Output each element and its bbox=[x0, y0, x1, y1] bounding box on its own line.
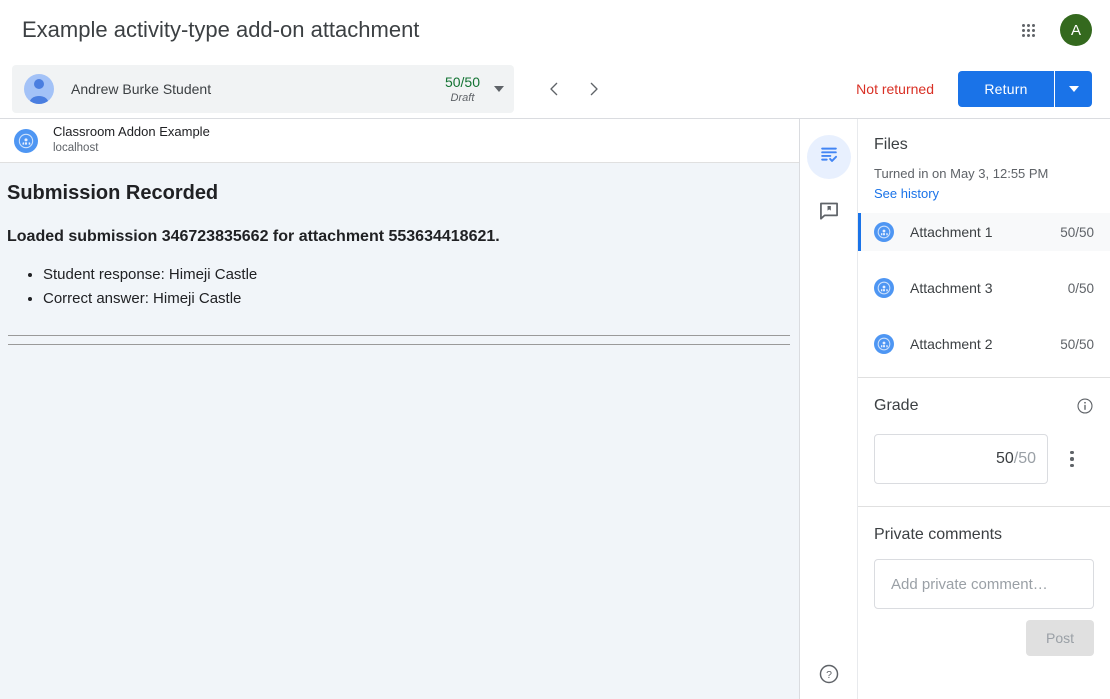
student-name: Andrew Burke Student bbox=[71, 81, 445, 97]
student-avatar-icon bbox=[24, 74, 54, 104]
private-comments-section: Private comments Add private comment… Po… bbox=[858, 507, 1110, 656]
grading-icon bbox=[818, 144, 840, 171]
return-button-group: Return bbox=[958, 71, 1092, 107]
attachment-score: 50/50 bbox=[1060, 225, 1094, 240]
chevron-down-icon[interactable] bbox=[494, 86, 504, 92]
info-icon[interactable] bbox=[1076, 397, 1094, 415]
submission-heading: Submission Recorded bbox=[7, 181, 791, 205]
attachment-score: 0/50 bbox=[1068, 281, 1094, 296]
comment-bank-icon bbox=[818, 200, 840, 227]
grade-value: 50 bbox=[996, 450, 1014, 468]
top-header-bar: Example activity-type add-on attachment … bbox=[0, 0, 1110, 60]
private-comment-placeholder: Add private comment… bbox=[891, 576, 1048, 593]
divider bbox=[8, 344, 790, 345]
addon-iframe-pane: Classroom Addon Example localhost Submis… bbox=[0, 119, 800, 699]
grade-input[interactable]: 50/50 bbox=[874, 434, 1048, 484]
chevron-left-icon[interactable] bbox=[534, 69, 574, 109]
addon-identity: Classroom Addon Example localhost bbox=[53, 125, 210, 155]
see-history-link[interactable]: See history bbox=[874, 185, 939, 203]
addon-iframe-header: Classroom Addon Example localhost bbox=[0, 119, 799, 163]
status-badge: Not returned bbox=[856, 81, 934, 97]
post-comment-button[interactable]: Post bbox=[1026, 620, 1094, 656]
chevron-down-icon bbox=[1069, 86, 1079, 92]
return-dropdown-button[interactable] bbox=[1054, 71, 1092, 107]
content-dividers bbox=[7, 335, 791, 345]
attachment-name: Attachment 1 bbox=[910, 224, 1060, 240]
grade-heading: Grade bbox=[874, 396, 918, 416]
classroom-addon-icon bbox=[874, 334, 894, 354]
apps-grid-dots bbox=[1022, 24, 1035, 37]
list-item: Correct answer: Himeji Castle bbox=[43, 287, 791, 311]
student-selector-chip[interactable]: Andrew Burke Student 50/50 Draft bbox=[12, 65, 514, 113]
student-grade-summary: 50/50 Draft bbox=[445, 74, 480, 105]
files-section: Files Turned in on May 3, 12:55 PM See h… bbox=[858, 119, 1110, 378]
addon-app-title: Classroom Addon Example bbox=[53, 125, 210, 140]
post-row: Post bbox=[874, 620, 1094, 656]
attachment-row-1[interactable]: Attachment 1 50/50 bbox=[858, 213, 1110, 251]
right-rail: ? bbox=[800, 119, 858, 699]
submission-bullet-list: Student response: Himeji Castle Correct … bbox=[43, 263, 791, 311]
divider bbox=[8, 335, 790, 336]
grade-input-row: 50/50 bbox=[874, 434, 1094, 484]
help-circle-icon[interactable]: ? bbox=[812, 657, 846, 691]
submission-details-panel: Files Turned in on May 3, 12:55 PM See h… bbox=[858, 119, 1110, 699]
attachment-name: Attachment 2 bbox=[910, 336, 1060, 352]
classroom-addon-icon bbox=[14, 129, 38, 153]
grade-section: Grade 50/50 bbox=[858, 378, 1110, 507]
turned-in-timestamp: Turned in on May 3, 12:55 PM bbox=[858, 165, 1110, 183]
addon-host: localhost bbox=[53, 142, 210, 155]
grade-header: Grade bbox=[874, 396, 1094, 416]
svg-text:?: ? bbox=[826, 669, 832, 681]
attachment-row-3[interactable]: Attachment 2 50/50 bbox=[858, 325, 1110, 363]
rail-item-comment-bank[interactable] bbox=[807, 191, 851, 235]
avatar[interactable]: A bbox=[1060, 14, 1092, 46]
classroom-addon-icon bbox=[874, 222, 894, 242]
rail-item-grading[interactable] bbox=[807, 135, 851, 179]
attachment-row-2[interactable]: Attachment 3 0/50 bbox=[858, 269, 1110, 307]
submission-detail-text: Loaded submission 346723835662 for attac… bbox=[7, 227, 791, 247]
files-heading: Files bbox=[858, 135, 1110, 155]
apps-grid-icon[interactable] bbox=[1008, 10, 1048, 50]
private-comments-heading: Private comments bbox=[874, 525, 1094, 545]
student-pagination bbox=[534, 69, 614, 109]
page-title: Example activity-type add-on attachment bbox=[22, 16, 419, 44]
student-grade-state: Draft bbox=[445, 91, 480, 105]
attachment-score: 50/50 bbox=[1060, 337, 1094, 352]
addon-content: Submission Recorded Loaded submission 34… bbox=[0, 163, 799, 699]
return-button[interactable]: Return bbox=[958, 71, 1054, 107]
classroom-addon-icon bbox=[874, 278, 894, 298]
more-vert-icon[interactable] bbox=[1056, 443, 1088, 475]
private-comment-input[interactable]: Add private comment… bbox=[874, 559, 1094, 609]
chevron-right-icon[interactable] bbox=[574, 69, 614, 109]
grade-max: /50 bbox=[1014, 450, 1036, 468]
list-item: Student response: Himeji Castle bbox=[43, 263, 791, 287]
attachment-name: Attachment 3 bbox=[910, 280, 1068, 296]
body-region: Classroom Addon Example localhost Submis… bbox=[0, 118, 1110, 699]
student-score: 50/50 bbox=[445, 74, 480, 91]
student-nav-bar: Andrew Burke Student 50/50 Draft Not ret… bbox=[0, 60, 1110, 118]
